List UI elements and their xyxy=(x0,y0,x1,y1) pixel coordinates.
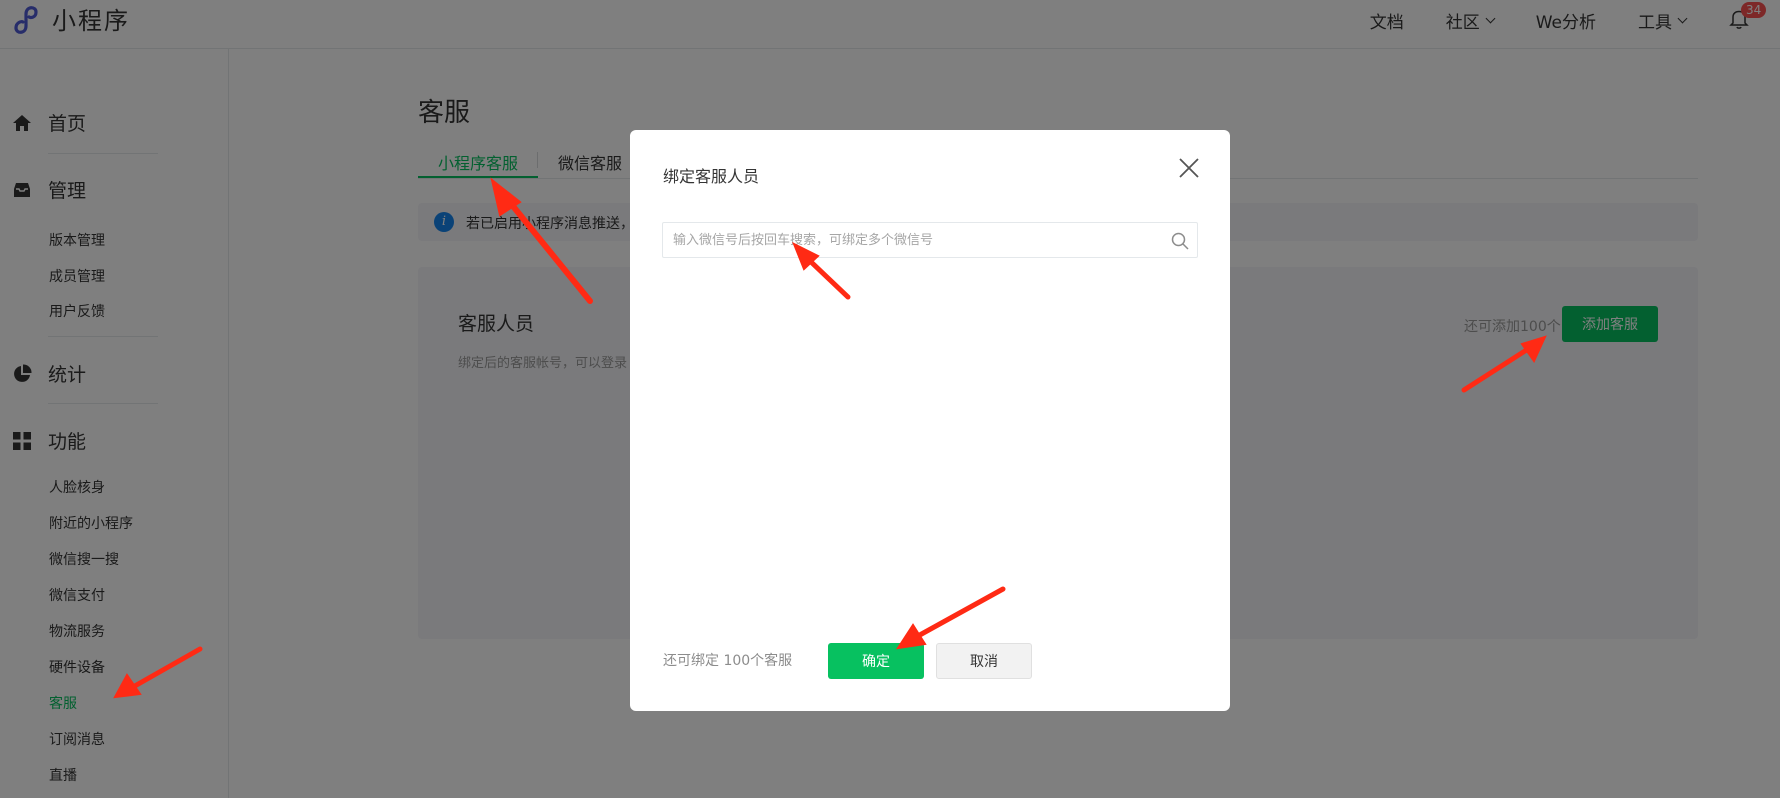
confirm-button[interactable]: 确定 xyxy=(828,643,924,679)
close-icon[interactable] xyxy=(1175,154,1203,182)
cancel-button[interactable]: 取消 xyxy=(936,643,1032,679)
search-box xyxy=(662,222,1198,258)
dialog-remaining-count: 还可绑定 100个客服 xyxy=(663,653,793,669)
bind-cs-dialog: 绑定客服人员 还可绑定 100个客服 确定 取消 xyxy=(630,130,1230,711)
search-icon[interactable] xyxy=(1170,231,1190,251)
search-input[interactable] xyxy=(673,223,1153,257)
dialog-title: 绑定客服人员 xyxy=(663,167,760,186)
